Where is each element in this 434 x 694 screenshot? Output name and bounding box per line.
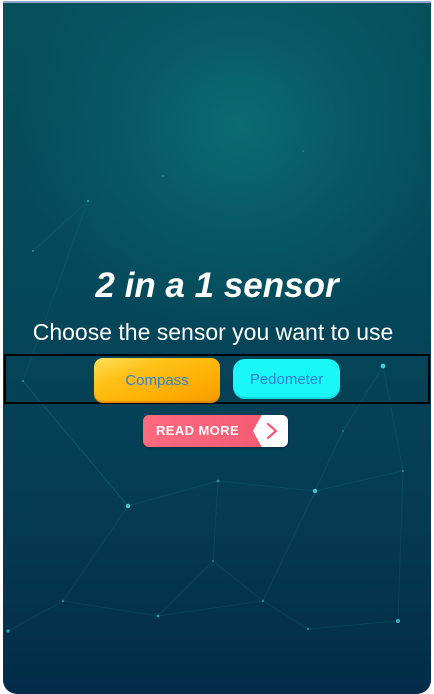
pedometer-button[interactable]: Pedometer [233, 359, 340, 399]
network-background [6, 150, 405, 633]
page-title: 2 in a 1 sensor [95, 266, 339, 305]
chevron-right-icon [266, 422, 278, 440]
sensor-selector: Compass Pedometer [4, 354, 430, 404]
read-more-button[interactable]: READ MORE [143, 415, 288, 447]
compass-button[interactable]: Compass [94, 358, 220, 403]
read-more-label: READ MORE [156, 423, 240, 438]
page-subtitle: Choose the sensor you want to use [32, 319, 394, 345]
app-screen: 2 in a 1 sensor Choose the sensor you wa… [3, 1, 431, 694]
